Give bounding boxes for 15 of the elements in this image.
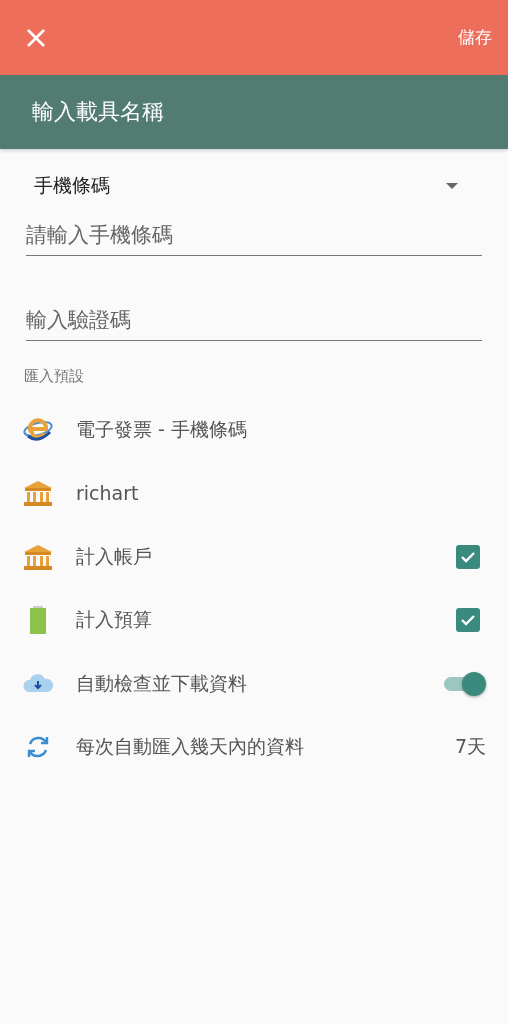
caret-icon	[446, 183, 458, 189]
checkbox[interactable]	[456, 608, 480, 633]
days-value: 7天	[454, 734, 486, 760]
row-label: 自動檢查並下載資料	[76, 670, 248, 696]
section-label: 匯入預設	[24, 367, 85, 386]
input-field[interactable]: 請輸入手機條碼	[26, 215, 482, 256]
row-label: richart	[76, 482, 140, 505]
row-label: 每次自動匯入幾天內的資料	[76, 734, 305, 760]
row-label: 計入預算	[76, 607, 153, 633]
input-field[interactable]: 輸入驗證碼	[26, 300, 482, 341]
carrier-name-title: 輸入載具名稱	[32, 98, 164, 126]
row-label: 電子發票 - 手機條碼	[76, 416, 248, 442]
checkbox[interactable]	[456, 544, 480, 569]
carrier-type-dropdown[interactable]: 手機條碼	[26, 167, 468, 205]
row-label: 計入帳戶	[76, 543, 153, 569]
